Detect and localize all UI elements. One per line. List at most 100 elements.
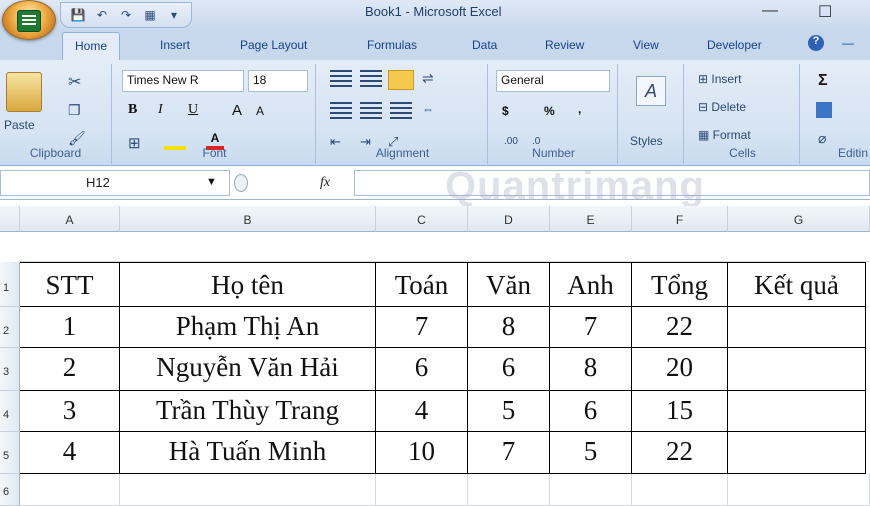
delete-cells-button[interactable]: ⊟ Delete (698, 100, 746, 114)
table-cell[interactable]: Trần Thùy Trang (120, 391, 376, 432)
table-cell[interactable]: 6 (468, 348, 550, 391)
tab-developer[interactable]: Developer (707, 38, 762, 52)
tab-review[interactable]: Review (545, 38, 584, 52)
tab-view[interactable]: View (633, 38, 659, 52)
column-header-a[interactable]: A (20, 206, 120, 232)
select-all-corner[interactable] (0, 206, 20, 232)
name-box[interactable]: H12 (0, 170, 230, 196)
table-cell[interactable]: 20 (632, 348, 728, 391)
underline-button[interactable]: U (188, 102, 198, 118)
row-header-2[interactable]: 2 (0, 307, 20, 348)
table-header-van[interactable]: Văn (468, 262, 550, 307)
fill-icon[interactable] (816, 102, 832, 118)
table-cell[interactable] (728, 348, 866, 391)
table-cell[interactable]: Hà Tuấn Minh (120, 432, 376, 474)
align-right-icon[interactable] (390, 102, 412, 120)
ribbon-minimize-icon[interactable]: — (842, 36, 854, 50)
save-icon[interactable]: 💾 (69, 6, 87, 24)
undo-icon[interactable]: ↶ (93, 6, 111, 24)
font-size-select[interactable]: 18 (248, 70, 308, 92)
table-header-ket-qua[interactable]: Kết quả (728, 262, 866, 307)
copy-icon[interactable]: ❐ (68, 102, 81, 119)
row-header-6[interactable]: 6 (0, 474, 20, 506)
table-header-stt[interactable]: STT (20, 262, 120, 307)
table-cell[interactable] (728, 391, 866, 432)
align-bottom-icon[interactable] (388, 70, 414, 90)
fx-divider-handle[interactable] (234, 174, 248, 192)
table-cell[interactable]: 8 (468, 307, 550, 348)
table-cell[interactable]: 5 (550, 432, 632, 474)
autosum-button[interactable]: Σ (818, 72, 828, 90)
table-header-toan[interactable]: Toán (376, 262, 468, 307)
empty-cell[interactable] (20, 474, 120, 506)
table-cell[interactable]: 6 (550, 391, 632, 432)
shrink-font-button[interactable]: A (256, 104, 264, 118)
align-center-icon[interactable] (360, 102, 382, 120)
empty-cell[interactable] (468, 474, 550, 506)
table-cell[interactable]: 22 (632, 307, 728, 348)
align-middle-icon[interactable] (360, 70, 382, 88)
table-cell[interactable]: 7 (376, 307, 468, 348)
align-top-icon[interactable] (330, 70, 352, 88)
column-header-f[interactable]: F (632, 206, 728, 232)
align-left-icon[interactable] (330, 102, 352, 120)
styles-icon[interactable]: A (636, 76, 666, 106)
empty-cell[interactable] (728, 474, 870, 506)
column-header-c[interactable]: C (376, 206, 468, 232)
row-header-4[interactable]: 4 (0, 391, 20, 432)
office-button[interactable] (2, 0, 56, 40)
table-cell[interactable]: 22 (632, 432, 728, 474)
tab-data[interactable]: Data (472, 38, 497, 52)
column-header-b[interactable]: B (120, 206, 376, 232)
table-cell[interactable]: 2 (20, 348, 120, 391)
table-header-anh[interactable]: Anh (550, 262, 632, 307)
help-icon[interactable]: ? (808, 35, 824, 51)
column-header-e[interactable]: E (550, 206, 632, 232)
italic-button[interactable]: I (158, 102, 163, 118)
maximize-button[interactable]: ☐ (818, 2, 832, 22)
empty-cell[interactable] (632, 474, 728, 506)
empty-cell[interactable] (120, 474, 376, 506)
table-cell[interactable]: 6 (376, 348, 468, 391)
number-format-select[interactable]: General (496, 70, 610, 92)
minimize-button[interactable]: — (762, 2, 778, 20)
tab-page-layout[interactable]: Page Layout (240, 38, 307, 52)
row-header-3[interactable]: 3 (0, 348, 20, 391)
table-cell[interactable]: 7 (550, 307, 632, 348)
table-cell[interactable]: 4 (376, 391, 468, 432)
styles-button[interactable]: Styles (630, 134, 663, 148)
table-cell[interactable]: 7 (468, 432, 550, 474)
insert-function-button[interactable]: fx (320, 175, 330, 191)
percent-button[interactable]: % (544, 104, 555, 118)
tab-home[interactable]: Home (62, 32, 121, 60)
format-painter-icon[interactable]: 🖌 (68, 130, 86, 147)
cut-icon[interactable]: ✂ (68, 72, 81, 92)
clear-icon[interactable]: ⌀ (818, 130, 826, 147)
insert-cells-button[interactable]: ⊞ Insert (698, 72, 741, 86)
table-cell[interactable]: 4 (20, 432, 120, 474)
tab-formulas[interactable]: Formulas (367, 38, 417, 52)
comma-button[interactable]: , (578, 102, 581, 116)
table-icon[interactable]: ▦ (141, 6, 159, 24)
column-header-d[interactable]: D (468, 206, 550, 232)
table-cell[interactable]: 1 (20, 307, 120, 348)
bold-button[interactable]: B (128, 102, 137, 118)
merge-center-icon[interactable]: ⇔ (422, 102, 434, 116)
table-cell[interactable]: 8 (550, 348, 632, 391)
chevron-down-icon[interactable]: ▼ (206, 176, 217, 188)
table-cell[interactable] (728, 307, 866, 348)
paste-icon[interactable] (6, 72, 42, 112)
table-cell[interactable] (728, 432, 866, 474)
column-header-g[interactable]: G (728, 206, 870, 232)
currency-button[interactable]: $ (502, 104, 509, 118)
table-cell[interactable]: 5 (468, 391, 550, 432)
customize-toolbar-icon[interactable]: ▾ (165, 6, 183, 24)
empty-cell[interactable] (550, 474, 632, 506)
table-header-tong[interactable]: Tổng (632, 262, 728, 307)
empty-cell[interactable] (376, 474, 468, 506)
row-header-5[interactable]: 5 (0, 432, 20, 474)
font-name-select[interactable]: Times New R (122, 70, 244, 92)
grow-font-button[interactable]: A (232, 102, 242, 119)
wrap-text-icon[interactable]: ⇌ (422, 70, 434, 87)
redo-icon[interactable]: ↷ (117, 6, 135, 24)
